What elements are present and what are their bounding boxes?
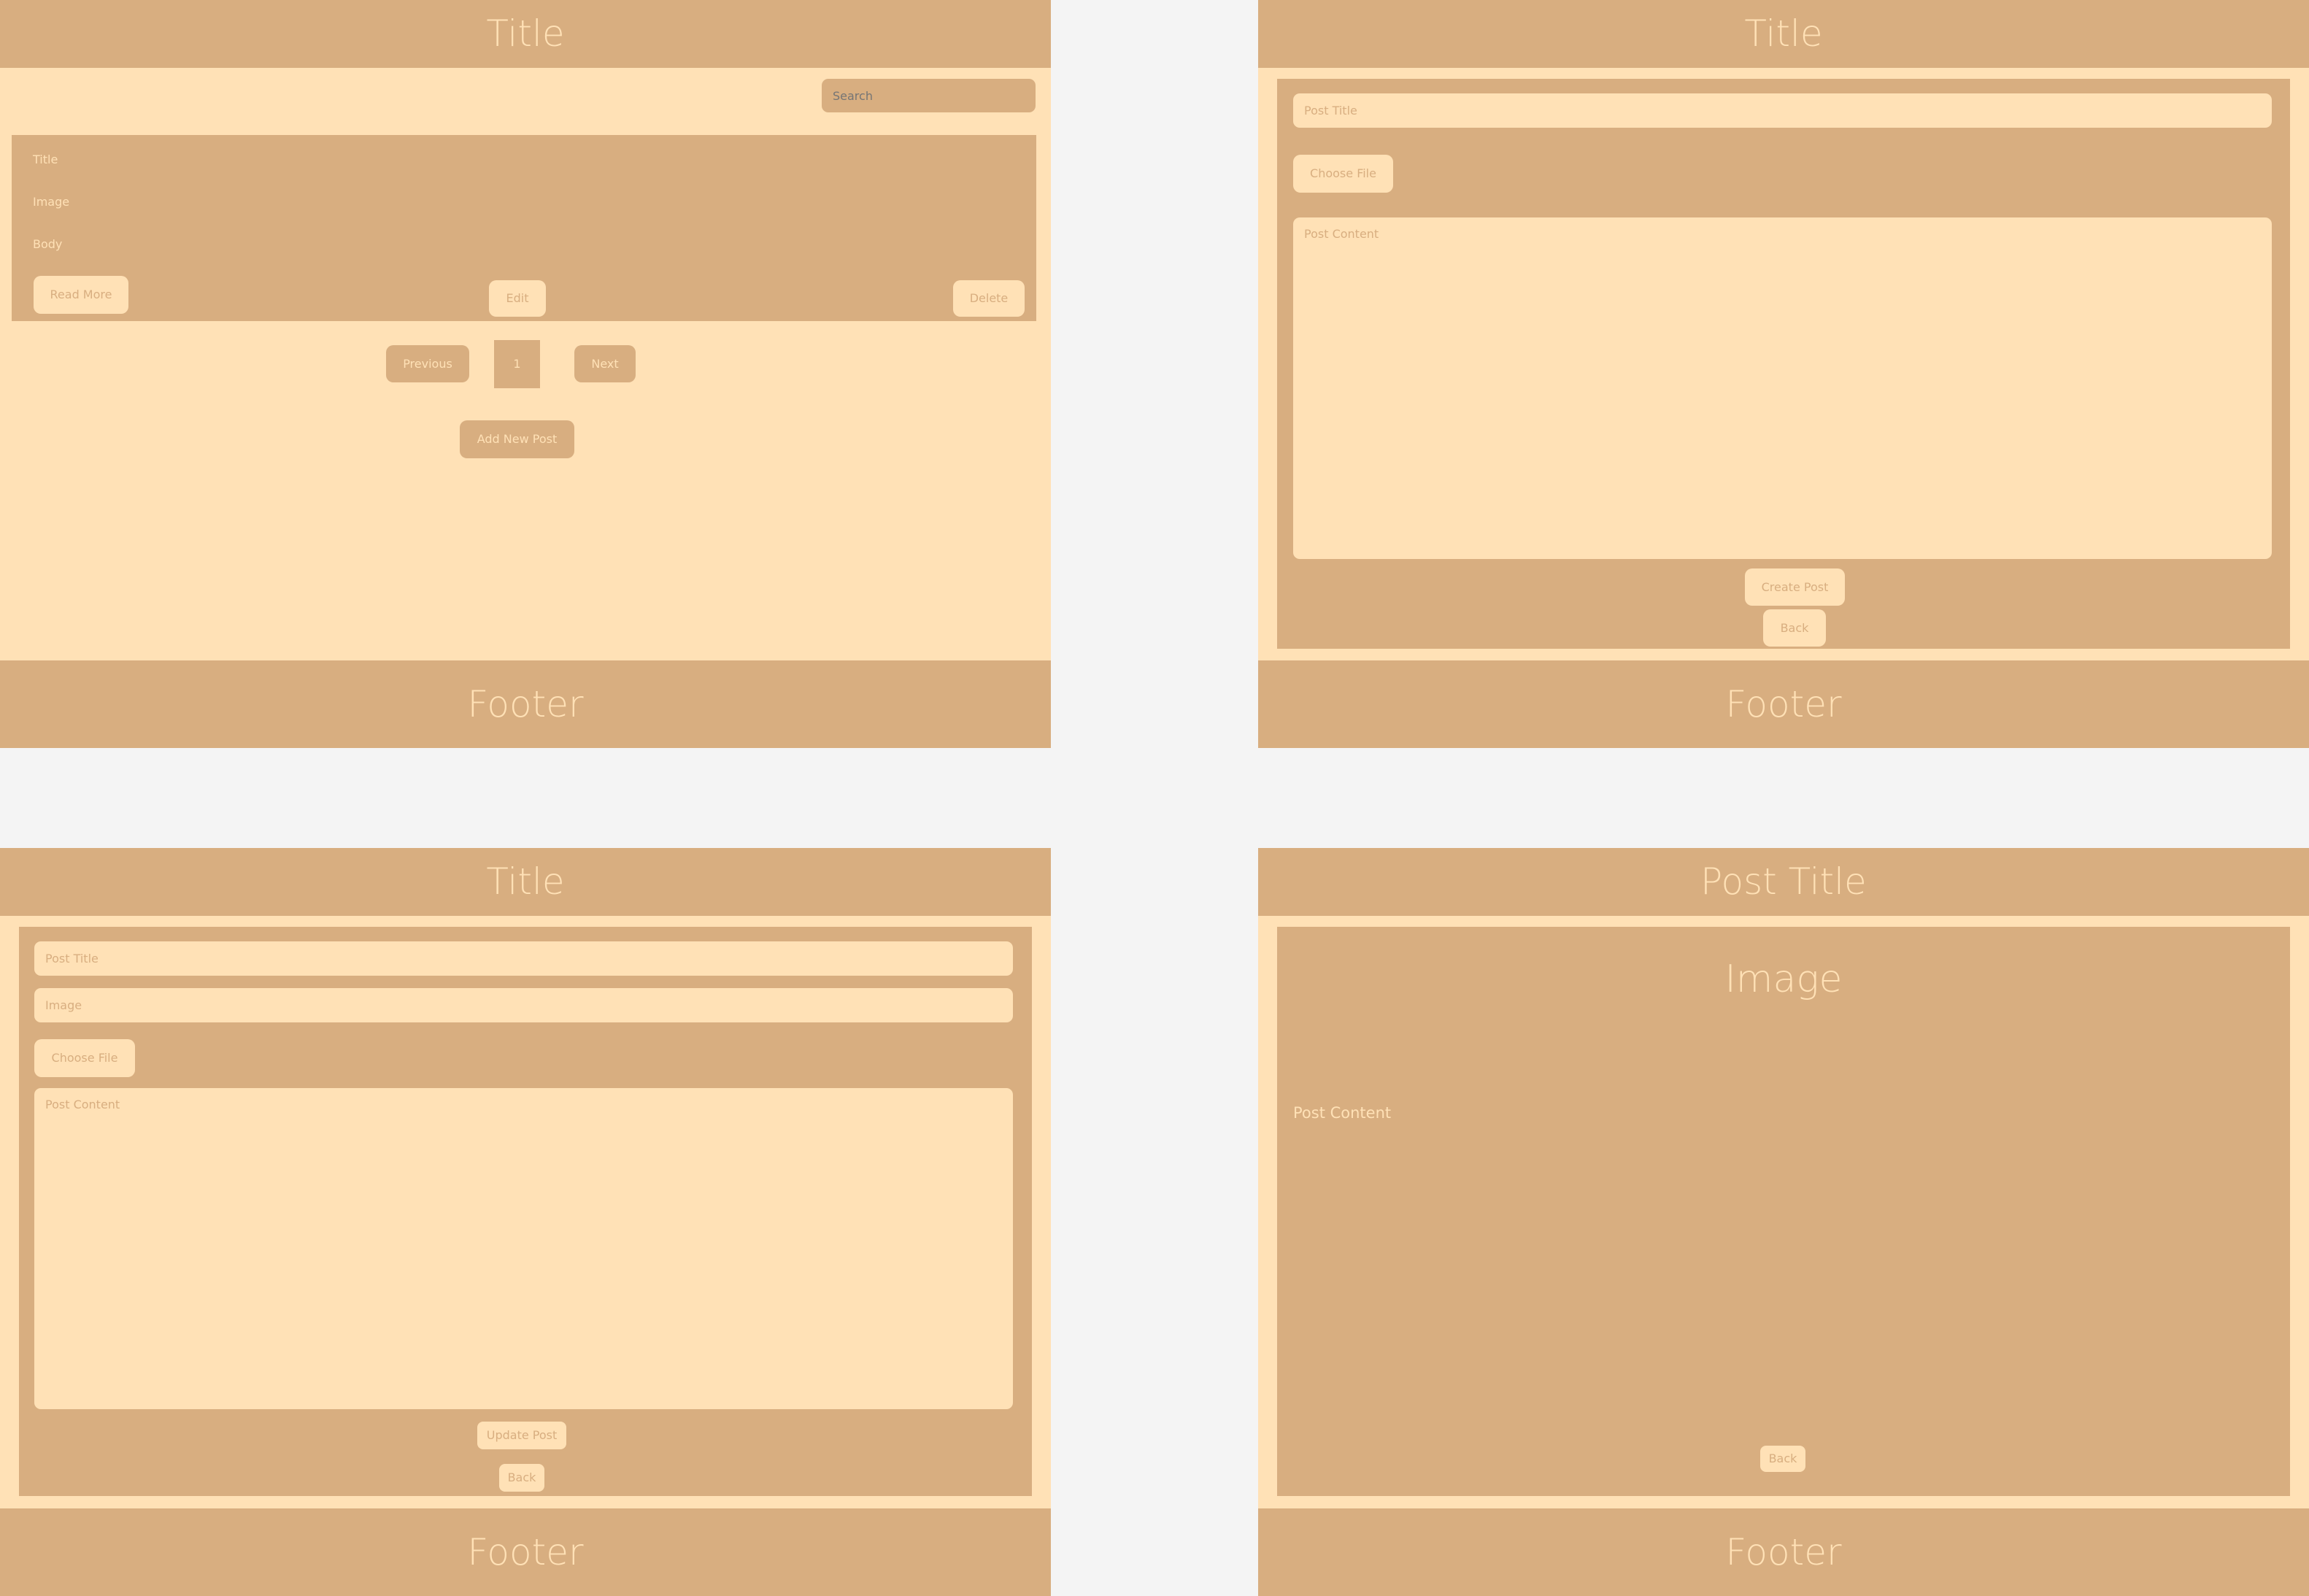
search-input[interactable] — [822, 79, 1036, 112]
read-more-button[interactable]: Read More — [34, 276, 128, 314]
choose-file-button[interactable]: Choose File — [34, 1039, 135, 1077]
post-title-input[interactable]: Post Title — [34, 941, 1013, 976]
post-image-placeholder: Image — [1724, 957, 1843, 1001]
page-title: Title — [0, 848, 1051, 916]
current-page-indicator[interactable]: 1 — [494, 340, 540, 388]
post-list-screen: Title Title Image Body Read More Edit De… — [0, 0, 1051, 748]
post-detail-screen: Post Title Image Post Content Back Foote… — [1258, 848, 2309, 1596]
post-card-image: Image — [33, 195, 70, 209]
post-card: Title Image Body Read More Edit Delete — [12, 135, 1036, 321]
post-title-input[interactable]: Post Title — [1293, 93, 2272, 128]
post-content-textarea[interactable]: Post Content — [34, 1088, 1013, 1409]
post-content-textarea[interactable]: Post Content — [1293, 217, 2272, 559]
back-button[interactable]: Back — [1760, 1446, 1805, 1472]
page-footer: Footer — [1258, 1508, 2309, 1596]
image-input[interactable]: Image — [34, 988, 1013, 1022]
page-footer: Footer — [1258, 660, 2309, 748]
post-detail-panel: Image Post Content Back — [1277, 927, 2290, 1496]
page-footer: Footer — [0, 660, 1051, 748]
create-post-form: Post Title Choose File Post Content Crea… — [1277, 79, 2290, 649]
page-title: Title — [1258, 0, 2309, 68]
update-post-button[interactable]: Update Post — [477, 1422, 566, 1449]
page-footer: Footer — [0, 1508, 1051, 1596]
page-title: Post Title — [1258, 848, 2309, 916]
post-card-title: Title — [33, 153, 58, 166]
edit-post-form: Post Title Image Choose File Post Conten… — [19, 927, 1032, 1496]
post-content: Post Content — [1293, 1104, 1392, 1122]
edit-post-screen: Title Post Title Image Choose File Post … — [0, 848, 1051, 1596]
choose-file-button[interactable]: Choose File — [1293, 155, 1393, 193]
back-button[interactable]: Back — [1763, 609, 1826, 647]
post-card-body: Body — [33, 237, 63, 251]
create-post-screen: Title Post Title Choose File Post Conten… — [1258, 0, 2309, 748]
delete-button[interactable]: Delete — [953, 280, 1025, 317]
page-title: Title — [0, 0, 1051, 68]
add-new-post-button[interactable]: Add New Post — [460, 420, 574, 458]
create-post-button[interactable]: Create Post — [1745, 568, 1845, 606]
edit-button[interactable]: Edit — [489, 280, 546, 317]
back-button[interactable]: Back — [499, 1464, 544, 1492]
previous-page-button[interactable]: Previous — [386, 345, 469, 382]
next-page-button[interactable]: Next — [574, 345, 636, 382]
